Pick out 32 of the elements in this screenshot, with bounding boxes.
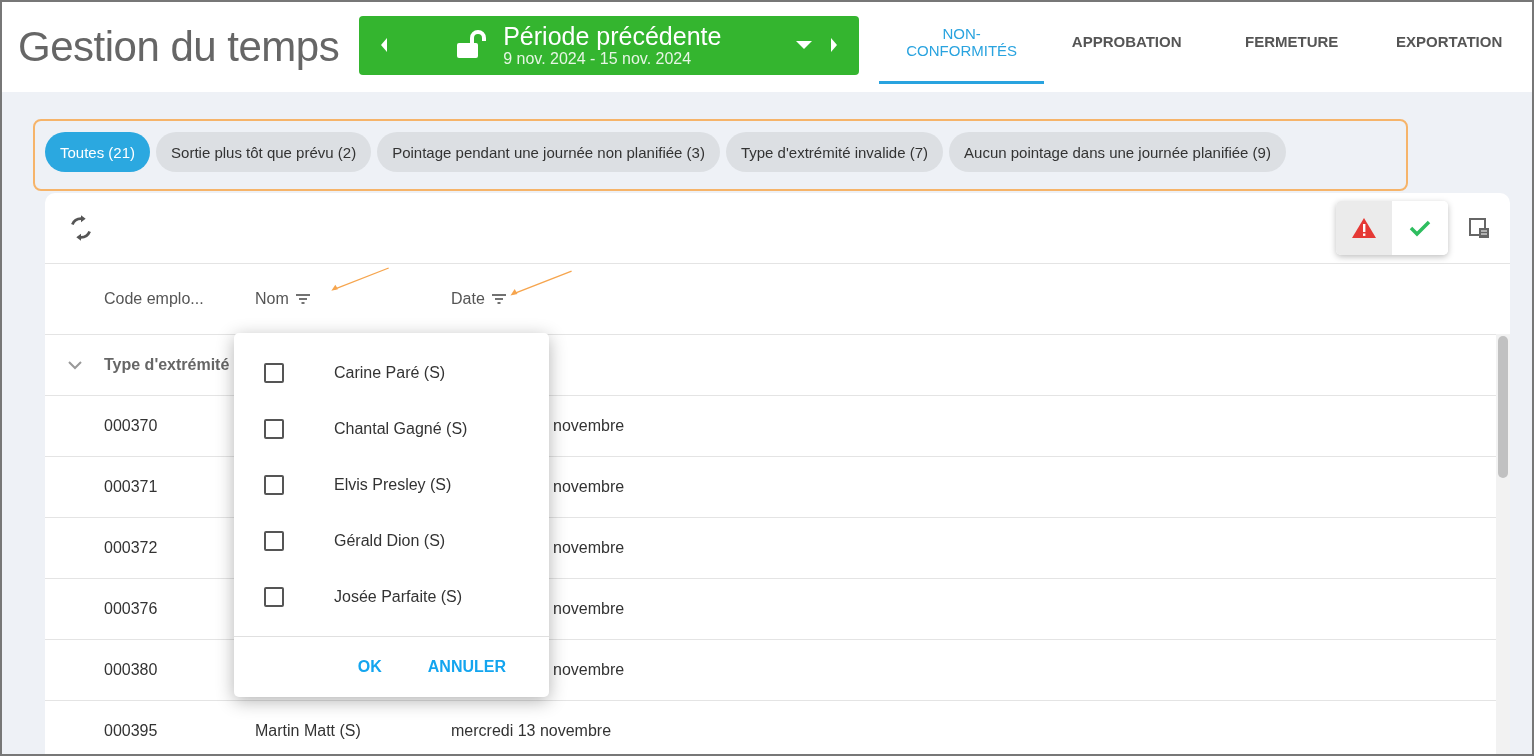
table-cell-text: 000371: [104, 478, 159, 496]
table-cell-text: 000370: [104, 417, 159, 435]
table-cell: novembre: [553, 539, 625, 556]
option-label[interactable]: Gérald Dion (S): [334, 532, 446, 550]
option-label[interactable]: Elvis Presley (S): [334, 476, 452, 494]
group-label: Type d'extrémité: [104, 356, 231, 374]
table-cell: Martin Matt (S): [255, 722, 361, 739]
period-range: 9 nov. 2024 - 15 nov. 2024: [503, 50, 693, 68]
period-label: Période précédente: [503, 22, 723, 50]
nav-tab[interactable]: FERMETURE: [1209, 2, 1375, 84]
table-cell: novembre: [553, 478, 625, 495]
table-cell-text: 000395: [104, 722, 159, 740]
column-header[interactable]: Date: [451, 290, 485, 308]
table-cell: novembre: [553, 600, 625, 617]
table-cell-text: 000376: [104, 600, 159, 618]
filter-chip[interactable]: Sortie plus tôt que prévu (2): [156, 132, 372, 172]
nav-tab[interactable]: APPROBATION: [1044, 2, 1210, 84]
table-cell: novembre: [553, 661, 625, 678]
table-cell-text: 000372: [104, 539, 159, 557]
table-cell-text: 000380: [104, 661, 159, 679]
option-label[interactable]: Carine Paré (S): [334, 364, 446, 382]
table-cell: mercredi 13 novembre: [451, 722, 612, 739]
filter-chip[interactable]: Aucun pointage dans une journée planifiée (9): [949, 132, 1286, 172]
filter-chip[interactable]: Pointage pendant une journée non planifiée (3): [377, 132, 720, 172]
nav-tab[interactable]: EXPORTATION: [1374, 2, 1525, 84]
option-label[interactable]: Josée Parfaite (S): [334, 588, 463, 606]
filter-chip[interactable]: Type d'extrémité invalide (7): [725, 132, 944, 172]
app-title: Gestion du temps: [18, 23, 340, 71]
column-header[interactable]: Nom: [255, 290, 289, 308]
column-header[interactable]: Code emplo...: [104, 290, 255, 308]
table-cell: novembre: [553, 417, 625, 434]
option-label[interactable]: Chantal Gagné (S): [334, 420, 468, 438]
